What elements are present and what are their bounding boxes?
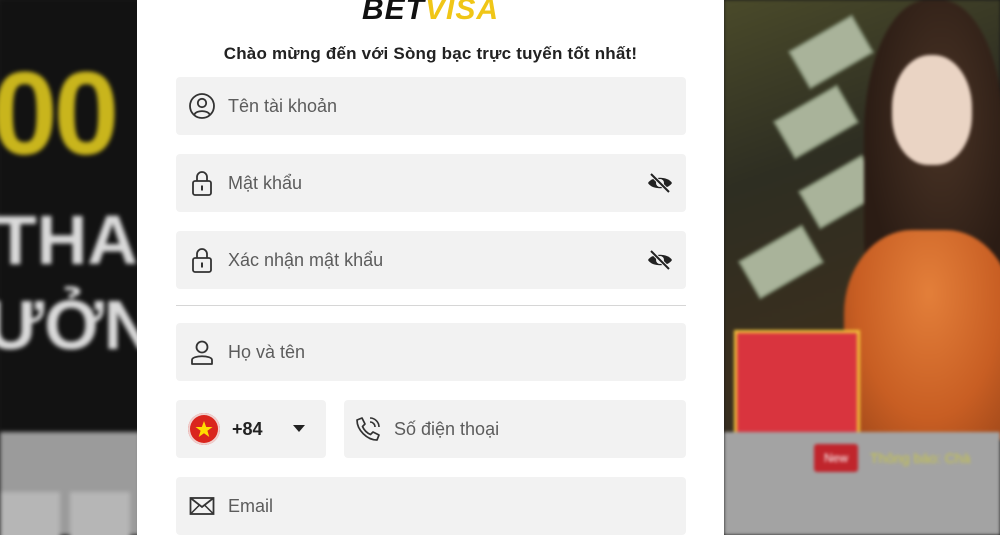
promo-big-number: 00 <box>0 48 119 180</box>
notice-text: Thông báo: Chà <box>870 450 971 466</box>
model-image-dress <box>844 230 1000 440</box>
username-placeholder: Tên tài khoản <box>228 96 338 116</box>
country-code-value: +84 <box>232 419 263 439</box>
password-placeholder: Mật khẩu <box>228 173 303 193</box>
promo-text-line2: ƯỞN <box>0 286 155 364</box>
background-bottom-strip <box>0 432 140 535</box>
fullname-field[interactable]: Họ và tên <box>176 323 686 381</box>
vietnam-flag-icon <box>188 413 220 445</box>
register-modal: BETVISA Chào mừng đến với Sòng bạc trực … <box>137 0 724 535</box>
money-bill-image <box>787 14 875 90</box>
password-field[interactable]: Mật khẩu <box>176 154 686 212</box>
email-placeholder: Email <box>228 496 274 516</box>
fullname-placeholder: Họ và tên <box>228 342 306 362</box>
eye-off-icon[interactable] <box>646 248 674 272</box>
user-icon <box>191 340 213 365</box>
model-image-face <box>892 55 972 165</box>
phone-field[interactable]: Số điện thoại <box>344 400 686 458</box>
gift-box-image <box>734 330 860 436</box>
lock-icon <box>192 171 212 196</box>
lock-icon <box>192 248 212 273</box>
background-tile <box>70 492 130 535</box>
money-bill-image <box>737 224 825 300</box>
form-divider <box>176 305 686 306</box>
country-code-select[interactable]: +84 <box>176 400 326 458</box>
money-bill-image <box>772 84 860 160</box>
logo-part-bet: BET <box>361 0 425 26</box>
phone-placeholder: Số điện thoại <box>394 419 500 439</box>
username-field[interactable]: Tên tài khoản <box>176 77 686 135</box>
background-left-promo: 00 THAN ƯỞN <box>0 0 188 535</box>
logo-part-visa: VISA <box>424 0 500 26</box>
betvisa-logo: BETVISA <box>137 0 724 28</box>
user-circle-icon <box>189 93 215 119</box>
notice-bar: New Thông báo: Chà <box>724 432 1000 535</box>
caret-down-icon <box>293 425 305 432</box>
phone-icon <box>356 417 380 441</box>
background-tile <box>0 492 60 535</box>
background-right-promo: New Thông báo: Chà <box>724 0 1000 535</box>
welcome-heading: Chào mừng đến với Sòng bạc trực tuyến tố… <box>223 44 638 63</box>
envelope-icon <box>189 497 215 515</box>
eye-off-icon[interactable] <box>646 171 674 195</box>
confirm-password-field[interactable]: Xác nhận mật khẩu <box>176 231 686 289</box>
email-field[interactable]: Email <box>176 477 686 535</box>
new-badge: New <box>814 444 858 472</box>
confirm-password-placeholder: Xác nhận mật khẩu <box>228 250 384 270</box>
